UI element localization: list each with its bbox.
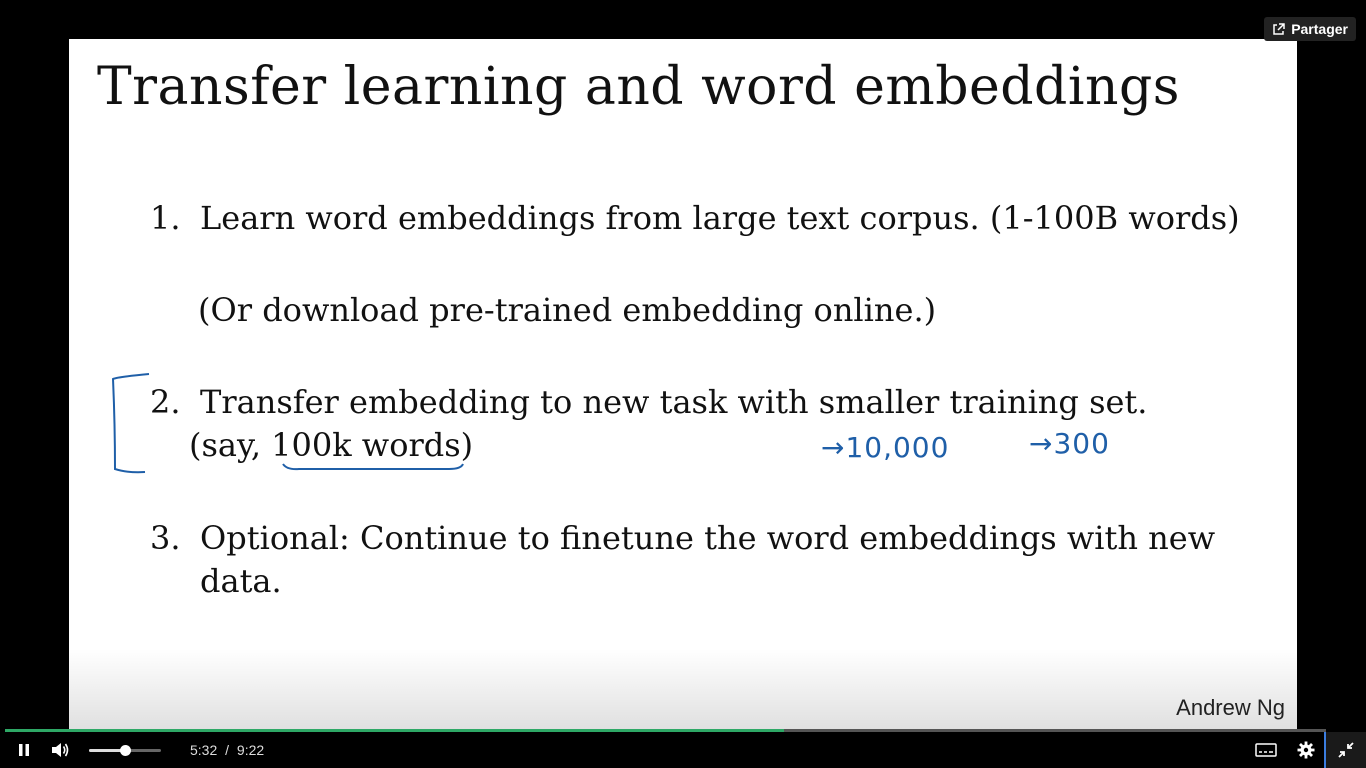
duration: 9:22 [236,742,265,758]
pause-icon [19,744,29,756]
volume-slider[interactable] [89,745,161,756]
bottom-gradient [69,649,1297,729]
volume-button[interactable] [48,738,72,762]
item-2-number: 2. [150,383,181,421]
captions-icon [1255,743,1277,757]
volume-knob[interactable] [120,745,131,756]
item-2-sub-underlined: 100k words [271,426,461,464]
annotation-10000: →10,000 [821,431,950,464]
item-2-sub: (say, 100k words) [189,426,473,464]
slide-title: Transfer learning and word embeddings [97,57,1180,117]
gear-icon [1297,741,1315,759]
pause-button[interactable] [12,738,36,762]
item-2-sub-suffix: ) [460,426,474,464]
exit-fullscreen-button[interactable] [1324,732,1366,768]
item-2-text: Transfer embedding to new task with smal… [200,383,1148,421]
underline-annotation [282,463,464,471]
time-display: 5:32 / 9:22 [190,742,264,758]
settings-button[interactable] [1294,738,1318,762]
share-icon [1272,22,1285,36]
exit-fullscreen-icon [1338,742,1354,758]
item-1-sub: (Or download pre-trained embedding onlin… [198,291,937,329]
current-time: 5:32 [190,742,218,758]
item-3-text: Optional: Continue to finetune the word … [200,519,1216,557]
video-frame: Transfer learning and word embeddings 1.… [69,39,1297,729]
share-label: Partager [1291,21,1348,37]
item-1-text: Learn word embeddings from large text co… [200,199,1240,237]
annotation-300: →300 [1029,427,1110,460]
item-1-number: 1. [150,199,181,237]
item-3-continuation: data. [200,562,282,600]
item-3-number: 3. [150,519,181,557]
volume-icon [52,743,69,757]
captions-button[interactable] [1254,738,1278,762]
share-button[interactable]: Partager [1264,17,1356,41]
player-controls: 5:32 / 9:22 [0,732,1366,768]
author-label: Andrew Ng [1176,695,1285,720]
time-separator: / [225,742,230,758]
item-2-sub-prefix: (say, [189,426,272,464]
